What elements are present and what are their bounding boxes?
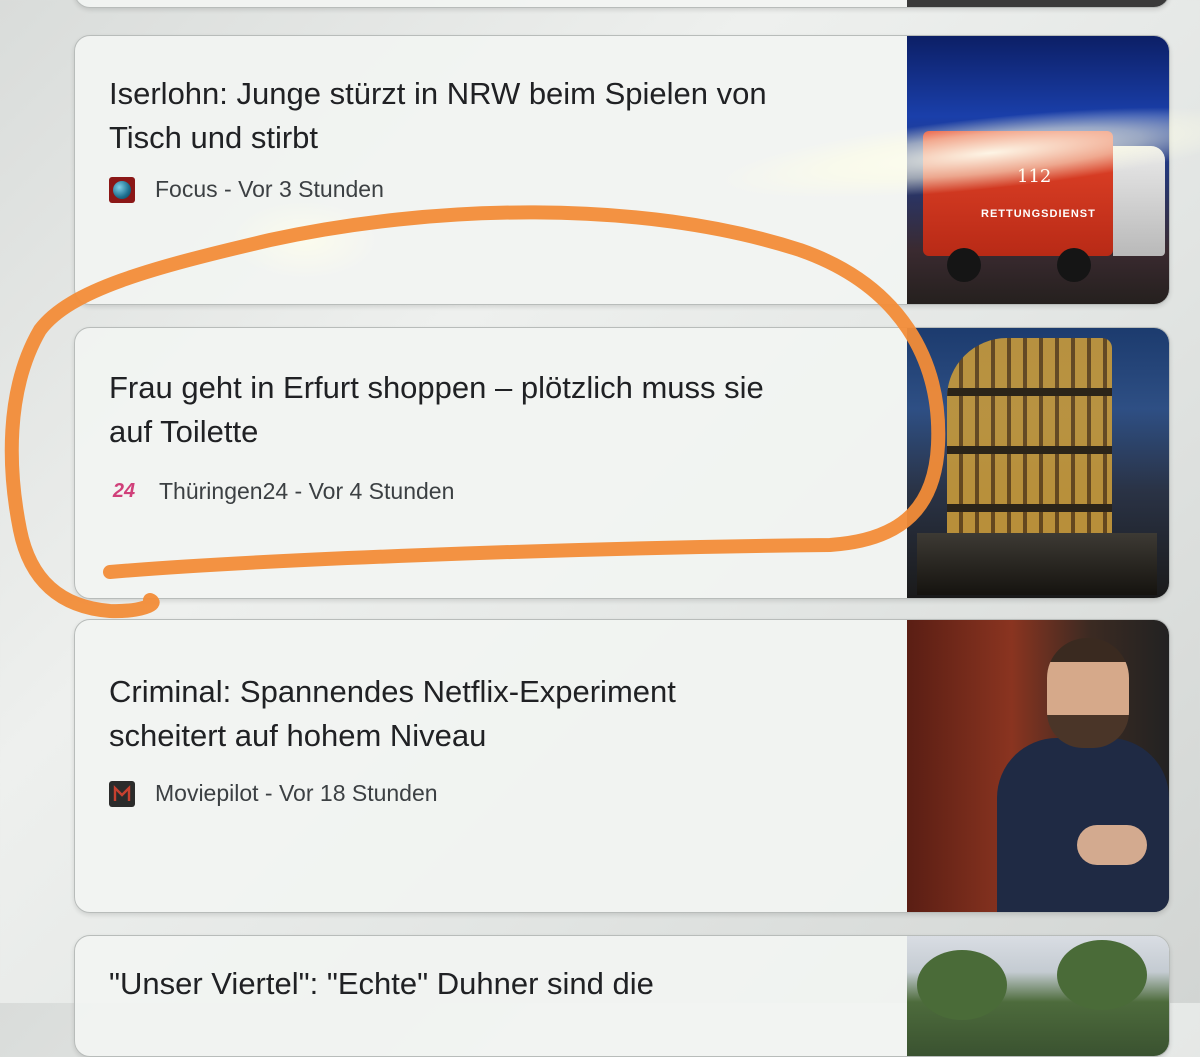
tree: [917, 950, 1007, 1020]
headline-line: auf Toilette: [109, 414, 259, 449]
news-card[interactable]: "Unser Viertel": "Echte" Duhner sind die: [74, 935, 1170, 1057]
ambulance-image[interactable]: 112 RETTUNGSDIENST: [907, 36, 1169, 304]
news-card[interactable]: Iserlohn: Junge stürzt in NRW beim Spiel…: [74, 35, 1170, 305]
person-body: [997, 738, 1169, 912]
ambulance-body: [923, 131, 1113, 256]
wheel: [947, 248, 981, 282]
headline-line: scheitert auf hohem Niveau: [109, 718, 487, 753]
building-base: [917, 533, 1157, 595]
article-meta: 24 Thüringen24 - Vor 4 Stunden: [109, 478, 455, 505]
building-image[interactable]: [907, 328, 1169, 598]
headline-line: Tisch und stirbt: [109, 120, 319, 155]
person-head: [1047, 638, 1129, 748]
tree: [1057, 940, 1147, 1010]
thueringen24-logo-icon: 24: [112, 480, 136, 502]
ambulance-number: 112: [1017, 166, 1052, 187]
moviepilot-logo-icon: [109, 780, 135, 807]
headline-line: Criminal: Spannendes Netflix-Experiment: [109, 674, 676, 709]
news-card-highlighted[interactable]: Frau geht in Erfurt shoppen – plötzlich …: [74, 327, 1170, 599]
person-hand: [1077, 825, 1147, 865]
article-meta: Moviepilot - Vor 18 Stunden: [109, 780, 438, 807]
ambulance-cab: [1113, 146, 1165, 256]
focus-globe-icon: [109, 176, 135, 203]
article-headline[interactable]: Criminal: Spannendes Netflix-Experiment …: [109, 670, 869, 758]
portrait-image[interactable]: [907, 620, 1169, 912]
wheel: [1057, 248, 1091, 282]
source-and-time: Thüringen24 - Vor 4 Stunden: [159, 478, 455, 504]
ambulance-label: RETTUNGSDIENST: [981, 208, 1096, 220]
article-meta: Focus - Vor 3 Stunden: [109, 176, 384, 203]
headline-line: Frau geht in Erfurt shoppen – plötzlich …: [109, 370, 764, 405]
building-floors: [947, 338, 1112, 538]
article-headline[interactable]: Frau geht in Erfurt shoppen – plötzlich …: [109, 366, 869, 454]
news-card-previous[interactable]: [74, 0, 1170, 8]
headline-line: Iserlohn: Junge stürzt in NRW beim Spiel…: [109, 76, 767, 111]
article-headline[interactable]: "Unser Viertel": "Echte" Duhner sind die: [109, 962, 654, 1006]
news-card[interactable]: Criminal: Spannendes Netflix-Experiment …: [74, 619, 1170, 913]
article-headline[interactable]: Iserlohn: Junge stürzt in NRW beim Spiel…: [109, 72, 869, 160]
article-thumbnail: [907, 0, 1169, 7]
street-image[interactable]: [907, 936, 1169, 1056]
news-feed: Iserlohn: Junge stürzt in NRW beim Spiel…: [0, 0, 1200, 1057]
source-and-time: Moviepilot - Vor 18 Stunden: [155, 780, 438, 806]
source-and-time: Focus - Vor 3 Stunden: [155, 176, 384, 202]
